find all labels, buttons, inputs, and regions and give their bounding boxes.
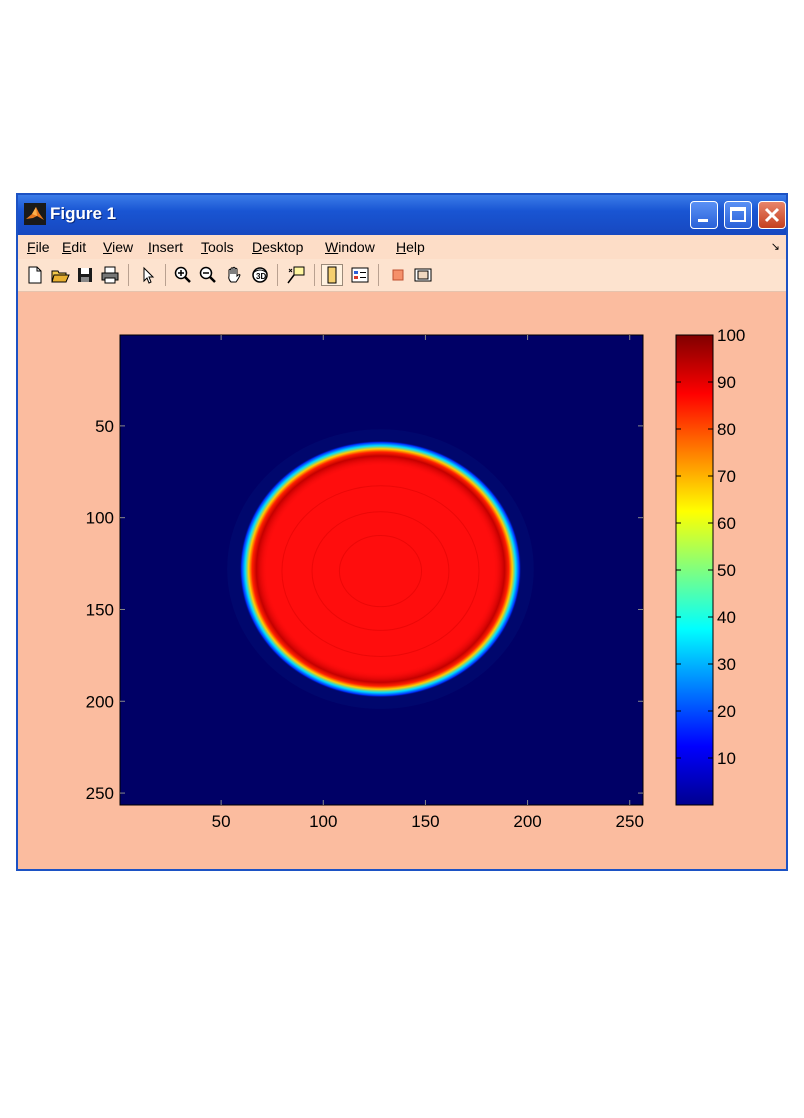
- y-tick-label: 100: [86, 509, 114, 528]
- colorbar-tick-label: 70: [717, 467, 736, 486]
- colorbar-tick-label: 80: [717, 420, 736, 439]
- x-tick-label: 100: [309, 812, 337, 831]
- y-tick-label: 250: [86, 784, 114, 803]
- x-tick-label: 150: [411, 812, 439, 831]
- y-tick-label: 150: [86, 600, 114, 619]
- colorbar-tick-label: 50: [717, 561, 736, 580]
- y-tick-label: 200: [86, 692, 114, 711]
- colorbar-tick-label: 20: [717, 702, 736, 721]
- x-tick-label: 200: [513, 812, 541, 831]
- colorbar-tick-label: 60: [717, 514, 736, 533]
- colorbar-tick-label: 30: [717, 655, 736, 674]
- colorbar-gradient: [675, 334, 714, 806]
- colorbar-tick-label: 40: [717, 608, 736, 627]
- image-axes[interactable]: 50 100 150 200 250 50 100 150 200 250: [86, 334, 644, 831]
- colorbar-tick-label: 100: [717, 326, 745, 345]
- x-tick-label: 50: [212, 812, 231, 831]
- x-tick-label: 250: [616, 812, 644, 831]
- colorbar[interactable]: 10 20 30 40 50 60 70 80 90 100: [675, 326, 745, 806]
- heatmap-disc-edge: [239, 440, 522, 698]
- colorbar-tick-label: 90: [717, 373, 736, 392]
- figure-canvas: 50 100 150 200 250 50 100 150 200 250 10 20 30 40 50 6…: [86, 326, 746, 831]
- y-tick-label: 50: [95, 417, 114, 436]
- colorbar-tick-label: 10: [717, 749, 736, 768]
